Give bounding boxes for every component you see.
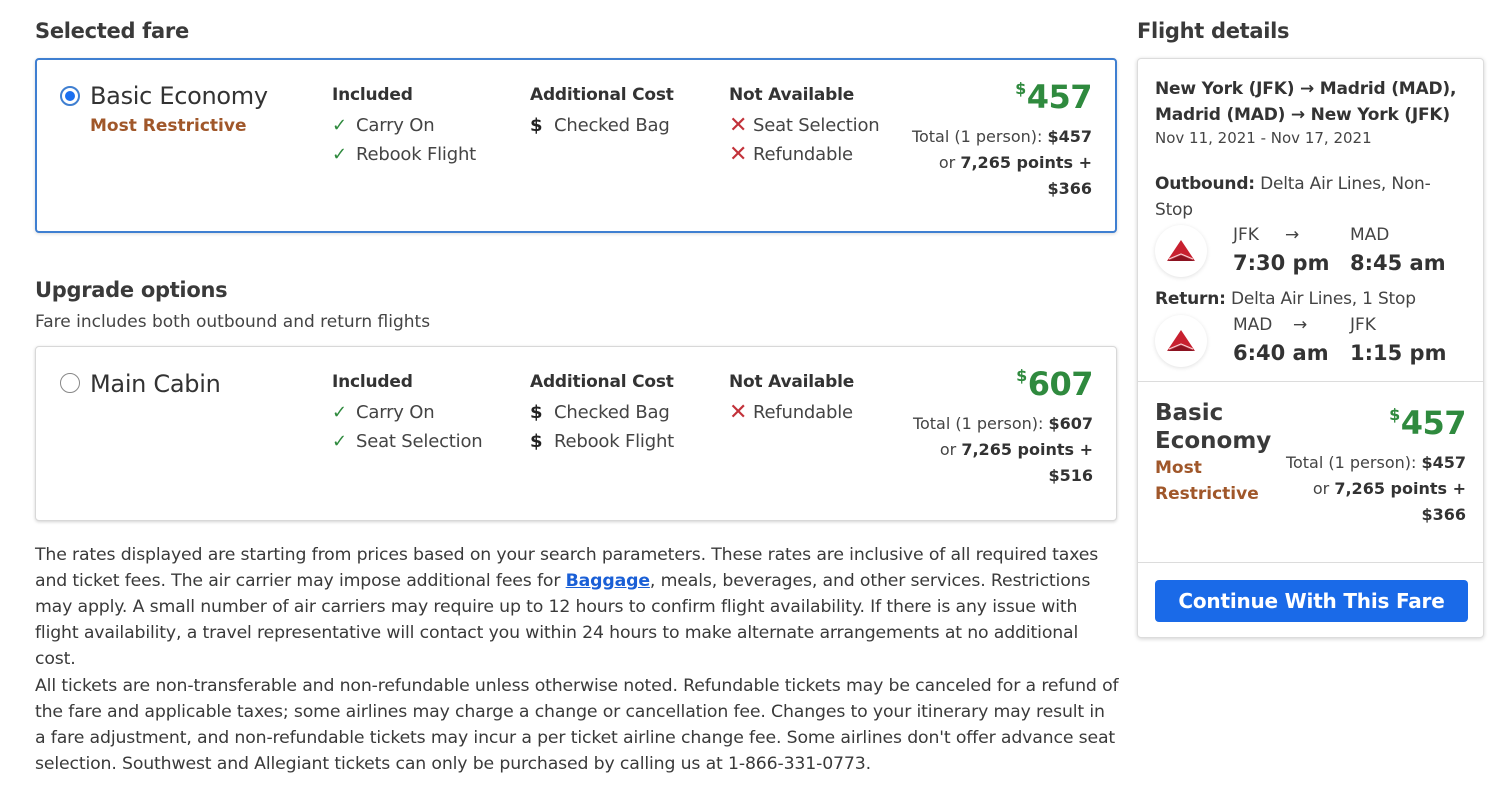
baggage-link[interactable]: Baggage	[566, 571, 650, 591]
included-column: Included ✓ Carry On ✓ Rebook Flight	[332, 85, 476, 169]
fare-price: $607	[1016, 365, 1093, 403]
check-icon: ✓	[332, 144, 347, 165]
additional-cost-column: Additional Cost $ Checked Bag	[530, 85, 674, 140]
return-label: Return: Delta Air Lines, 1 Stop	[1155, 289, 1416, 309]
arrow-right-icon: →	[1293, 315, 1308, 335]
summary-points-cash: $366	[1421, 505, 1466, 524]
dollar-icon: $	[530, 115, 543, 136]
additional-cost-heading: Additional Cost	[530, 85, 674, 105]
dollar-icon: $	[530, 431, 543, 452]
fare-card-basic-economy[interactable]: Basic Economy Most Restrictive Included …	[35, 58, 1117, 233]
not-available-item: ✕ Refundable	[729, 142, 853, 167]
additional-cost-heading: Additional Cost	[530, 372, 674, 392]
arrow-right-icon: →	[1290, 105, 1305, 125]
not-available-column: Not Available ✕ Refundable	[729, 372, 854, 427]
return-destination: JFK	[1350, 315, 1376, 335]
additional-cost-item: $ Rebook Flight	[530, 431, 675, 452]
included-item: ✓ Seat Selection	[332, 431, 483, 452]
fare-points-cash: $516	[1048, 466, 1093, 485]
arrow-right-icon: →	[1285, 225, 1300, 245]
fare-name: Basic Economy	[90, 82, 268, 110]
return-depart-time: 6:40 am	[1233, 341, 1329, 365]
summary-price: $457	[1389, 404, 1466, 442]
check-icon: ✓	[332, 402, 347, 423]
fare-card-main-cabin[interactable]: Main Cabin Included ✓ Carry On ✓ Seat Sele…	[35, 346, 1117, 521]
cross-icon: ✕	[729, 142, 748, 167]
return-origin: MAD	[1233, 315, 1273, 335]
not-available-heading: Not Available	[729, 85, 855, 105]
check-icon: ✓	[332, 115, 347, 136]
fare-name: Main Cabin	[90, 370, 221, 398]
additional-cost-item: $ Checked Bag	[530, 402, 670, 423]
cross-icon: ✕	[729, 400, 748, 425]
fare-radio-main-cabin[interactable]	[60, 373, 80, 393]
arrow-right-icon: →	[1300, 79, 1315, 99]
outbound-label: Outbound: Delta Air Lines, Non-Stop	[1155, 174, 1431, 220]
selected-fare-title: Selected fare	[35, 19, 189, 43]
included-heading: Included	[332, 85, 413, 105]
delta-logo-icon	[1155, 225, 1207, 277]
not-available-item: ✕ Refundable	[729, 400, 853, 425]
upgrade-options-subtitle: Fare includes both outbound and return f…	[35, 312, 431, 332]
fare-price-block: $457 Total (1 person): $457 or 7,265 poi…	[872, 78, 1093, 202]
cross-icon: ✕	[729, 113, 748, 138]
trip-dates: Nov 11, 2021 - Nov 17, 2021	[1155, 129, 1372, 147]
included-item: ✓ Carry On	[332, 402, 435, 423]
return-arrive-time: 1:15 pm	[1350, 341, 1447, 365]
fare-total: Total (1 person): $457	[911, 127, 1092, 146]
not-available-column: Not Available ✕ Seat Selection ✕ Refundabl…	[729, 85, 880, 169]
upgrade-options-title: Upgrade options	[35, 278, 228, 302]
outbound-depart-time: 7:30 pm	[1233, 251, 1330, 275]
included-heading: Included	[332, 372, 413, 392]
additional-cost-item: $ Checked Bag	[530, 115, 670, 136]
summary-points: or 7,265 points +	[1312, 479, 1466, 498]
fare-radio-basic-economy[interactable]	[60, 86, 80, 106]
rates-disclaimer: The rates displayed are starting from pr…	[35, 545, 1099, 669]
route-summary: New York (JFK) → Madrid (MAD), Madrid (M…	[1155, 79, 1457, 125]
included-column: Included ✓ Carry On ✓ Seat Selection	[332, 372, 483, 456]
fare-restriction-label: Most Restrictive	[90, 116, 247, 136]
summary-price-block: $457 Total (1 person): $457 or 7,265 poi…	[1236, 404, 1467, 528]
ticket-policy-disclaimer: All tickets are non-transferable and non…	[35, 676, 1119, 774]
flight-details-panel: New York (JFK) → Madrid (MAD), Madrid (M…	[1137, 58, 1484, 638]
additional-cost-column: Additional Cost $ Checked Bag $ Rebook Fli…	[530, 372, 674, 456]
continue-with-fare-button[interactable]: Continue With This Fare	[1155, 580, 1468, 622]
divider	[1138, 562, 1483, 563]
fare-points: or 7,265 points +	[939, 440, 1093, 459]
summary-total: Total (1 person): $457	[1285, 453, 1466, 472]
delta-logo-icon	[1155, 315, 1207, 367]
not-available-item: ✕ Seat Selection	[729, 113, 880, 138]
outbound-destination: MAD	[1350, 225, 1390, 245]
fare-price-block: $607 Total (1 person): $607 or 7,265 poi…	[873, 365, 1094, 489]
not-available-heading: Not Available	[729, 372, 855, 392]
included-item: ✓ Rebook Flight	[332, 144, 477, 165]
outbound-origin: JFK	[1233, 225, 1259, 245]
outbound-arrive-time: 8:45 am	[1350, 251, 1446, 275]
included-item: ✓ Carry On	[332, 115, 435, 136]
dollar-icon: $	[530, 402, 543, 423]
check-icon: ✓	[332, 431, 347, 452]
fare-price: $457	[1015, 78, 1092, 116]
divider	[1138, 381, 1483, 382]
flight-details-title: Flight details	[1137, 19, 1290, 43]
fare-points: or 7,265 points +	[938, 153, 1092, 172]
fare-points-cash: $366	[1047, 179, 1092, 198]
fare-total: Total (1 person): $607	[912, 414, 1093, 433]
